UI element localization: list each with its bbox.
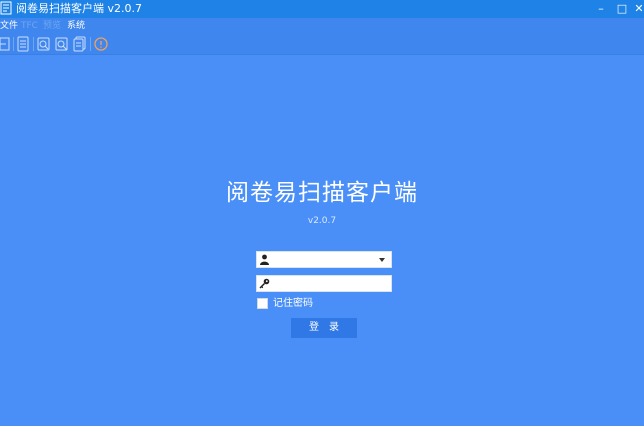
scan-icon[interactable] bbox=[37, 36, 51, 52]
username-input[interactable] bbox=[272, 252, 380, 267]
scan-settings-icon[interactable] bbox=[55, 36, 69, 52]
minimize-button[interactable]: – bbox=[594, 2, 608, 16]
maximize-button[interactable]: □ bbox=[615, 2, 629, 16]
password-field[interactable] bbox=[256, 275, 392, 292]
toolbar-separator bbox=[90, 37, 91, 51]
app-logo-icon bbox=[0, 1, 12, 15]
user-icon bbox=[260, 254, 269, 265]
chevron-down-icon[interactable] bbox=[379, 258, 385, 262]
title-bar: 阅卷易扫描客户端 v2.0.7 – □ ✕ bbox=[0, 0, 644, 18]
menu-bar: 文件 TFC 预览 系统 bbox=[0, 18, 644, 34]
app-title: 阅卷易扫描客户端 bbox=[226, 180, 418, 206]
key-icon bbox=[259, 278, 270, 289]
about-icon[interactable] bbox=[94, 36, 108, 52]
copy-pages-icon[interactable] bbox=[73, 36, 87, 52]
username-combo[interactable] bbox=[256, 251, 392, 268]
toolbar bbox=[0, 34, 644, 55]
version-label: v2.0.7 bbox=[307, 216, 337, 226]
exit-icon[interactable] bbox=[0, 36, 12, 52]
remember-password-label: 记住密码 bbox=[273, 298, 313, 309]
menu-preview[interactable]: 预览 bbox=[43, 20, 61, 32]
toolbar-separator bbox=[33, 37, 34, 51]
window-title: 阅卷易扫描客户端 v2.0.7 bbox=[16, 2, 142, 15]
menu-tfc[interactable]: TFC bbox=[21, 20, 38, 32]
toolbar-separator bbox=[13, 37, 14, 51]
document-icon[interactable] bbox=[16, 36, 30, 52]
login-button[interactable]: 登录 bbox=[291, 318, 357, 338]
password-input[interactable] bbox=[272, 276, 380, 291]
remember-password-checkbox[interactable] bbox=[257, 298, 268, 309]
menu-system[interactable]: 系统 bbox=[67, 20, 85, 32]
menu-file[interactable]: 文件 bbox=[0, 20, 18, 32]
close-button[interactable]: ✕ bbox=[632, 2, 644, 16]
